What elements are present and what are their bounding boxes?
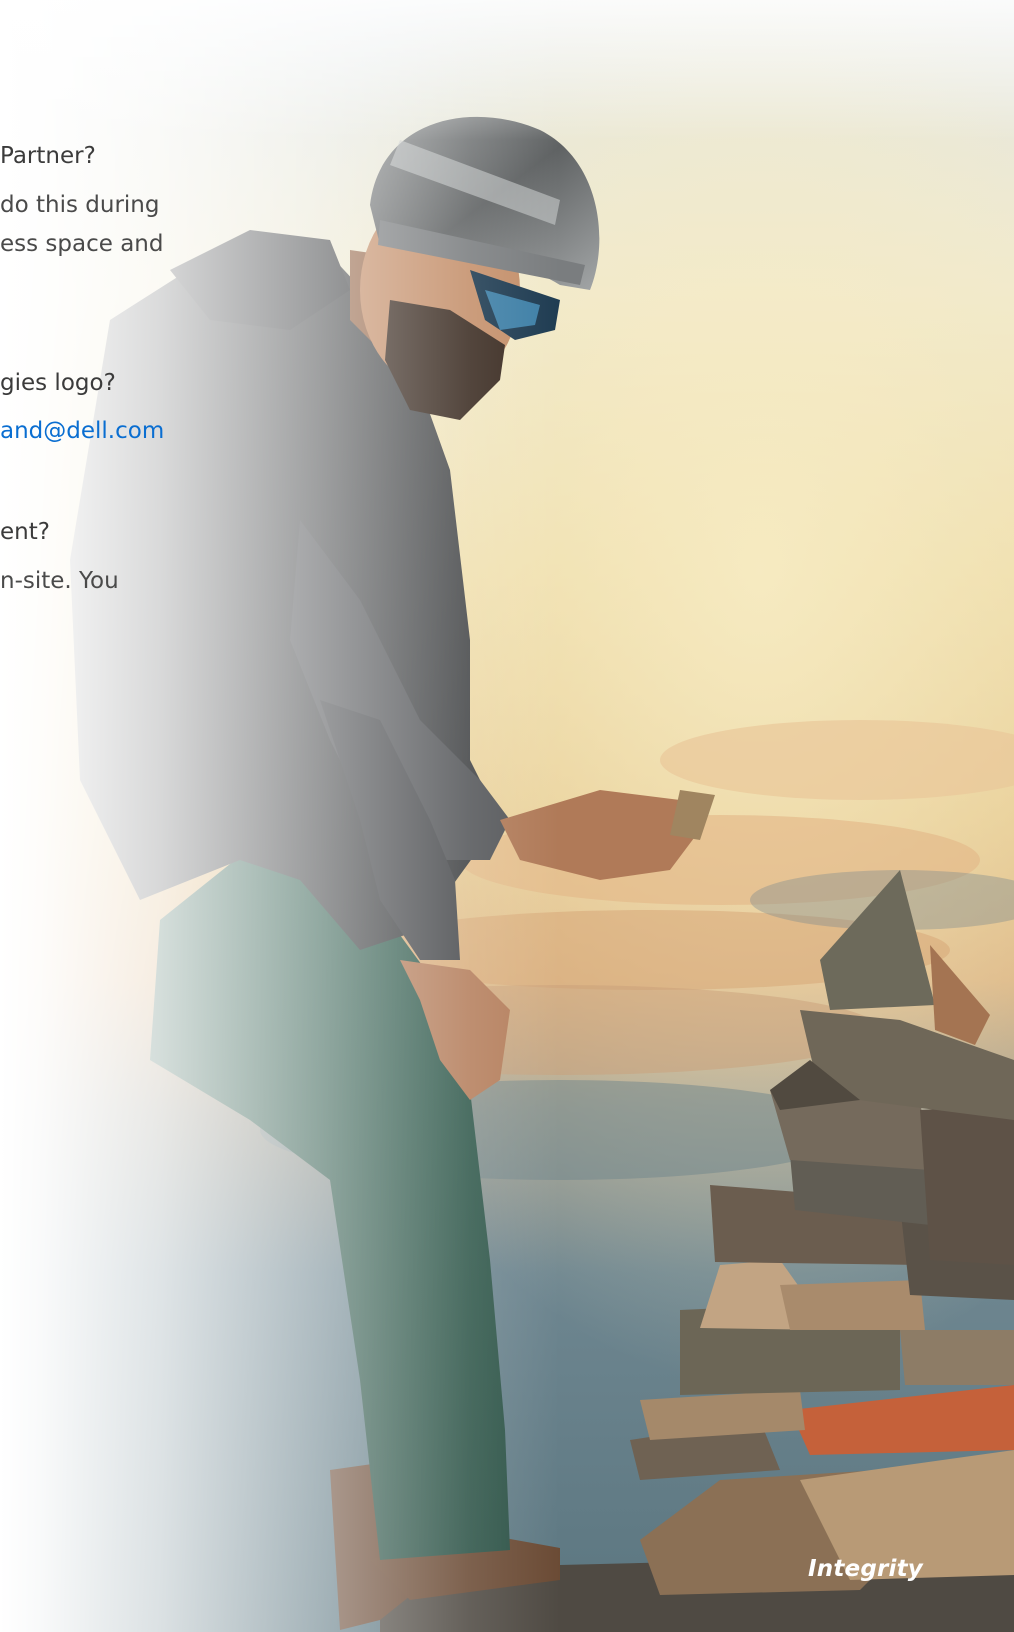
faq-answer-3-line-1: n-site. You: [0, 568, 119, 594]
faq-answer-1-line-2: ess space and: [0, 231, 164, 257]
faq-answer-1-line-1: do this during: [0, 192, 160, 218]
faq-question-3: ent?: [0, 519, 50, 545]
page: Partner? do this during ess space and gi…: [0, 0, 1014, 1632]
faq-question-1: Partner?: [0, 143, 96, 169]
email-link[interactable]: and@dell.com: [0, 412, 164, 450]
faq-question-2: gies logo?: [0, 370, 116, 396]
photo-caption: Integrity: [808, 1556, 924, 1582]
